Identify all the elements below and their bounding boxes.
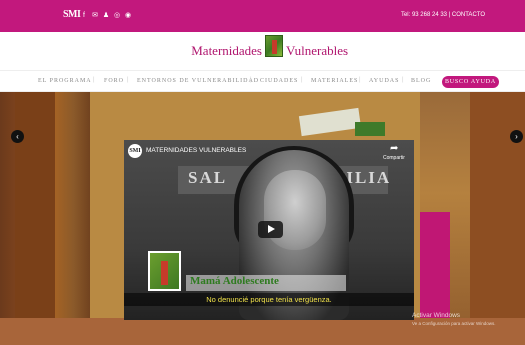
site-logo-icon[interactable] <box>265 35 283 57</box>
instagram-icon[interactable]: ◎ <box>113 11 121 20</box>
video-person-face <box>264 170 326 250</box>
nav-separator: | <box>93 77 95 83</box>
nav-item-ciudades[interactable]: CIUDADES <box>260 78 298 84</box>
nav-item-foro[interactable]: FORO <box>104 78 124 84</box>
nav-separator: | <box>301 77 303 83</box>
brand-mark[interactable]: SMI <box>63 9 81 20</box>
share-label[interactable]: Compartir <box>383 155 405 161</box>
nav-separator: | <box>402 77 404 83</box>
video-channel-title[interactable]: MATERNIDADES VULNERABLES <box>146 147 246 154</box>
site-header <box>0 32 525 62</box>
nav-separator: | <box>250 77 252 83</box>
video-subtitle: No denuncié porque tenía vergüenza. <box>206 295 332 304</box>
share-icon[interactable]: ➦ <box>390 143 398 154</box>
site-title-left[interactable]: Maternidades <box>191 43 262 59</box>
background-texture <box>15 92 55 345</box>
busco-ayuda-button[interactable]: BUSCO AYUDA <box>442 76 499 88</box>
pinterest-icon[interactable]: ◉ <box>124 11 132 20</box>
user-icon[interactable]: ♟ <box>102 11 110 20</box>
nav-separator: | <box>359 77 361 83</box>
play-button[interactable] <box>258 221 283 238</box>
windows-activation-title: Activar Windows <box>412 312 461 319</box>
mail-icon[interactable]: ✉ <box>91 11 99 20</box>
site-title-right[interactable]: Vulnerables <box>286 43 348 59</box>
contact-info[interactable]: Tel: 93 268 24 33 | CONTACTO <box>401 12 485 18</box>
video-logo-badge <box>148 251 181 291</box>
nav-item-materiales[interactable]: MATERIALES <box>311 78 358 84</box>
nav-item-ayudas[interactable]: AYUDAS <box>369 78 399 84</box>
windows-activation-text: Ve a Configuración para activar Windows. <box>412 321 496 326</box>
nav-item-el-programa[interactable]: EL PROGRAMA <box>38 78 92 84</box>
video-sign-text-left: SAL <box>188 168 228 187</box>
video-player[interactable]: SAL AMILIA SMI MATERNIDADES VULNERABLES … <box>124 140 414 320</box>
nav-item-blog[interactable]: BLOG <box>411 78 431 84</box>
social-links: f ✉ ♟ ◎ ◉ <box>80 11 132 20</box>
top-bar: SMI f ✉ ♟ ◎ ◉ Tel: 93 268 24 33 | CONTAC… <box>0 0 525 32</box>
video-title: Mamá Adolescente <box>190 275 279 287</box>
facebook-icon[interactable]: f <box>80 11 88 20</box>
nav-item-entornos[interactable]: ENTORNOS DE VULNERABILIDAD <box>137 78 259 84</box>
nav-separator: | <box>127 77 129 83</box>
channel-avatar[interactable]: SMI <box>128 144 142 158</box>
slider-next-button[interactable]: › <box>510 130 523 143</box>
slider-prev-button[interactable]: ‹ <box>11 130 24 143</box>
main-nav: EL PROGRAMA | FORO | ENTORNOS DE VULNERA… <box>0 70 525 92</box>
background-texture <box>355 122 385 136</box>
